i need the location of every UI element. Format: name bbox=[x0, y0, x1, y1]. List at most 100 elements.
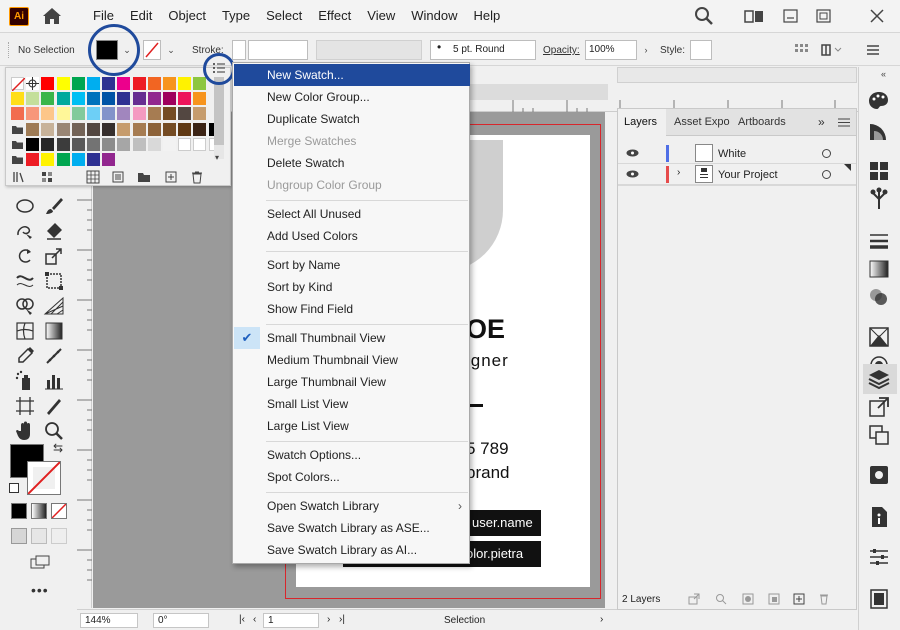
color-icon[interactable] bbox=[867, 89, 891, 113]
eye-icon[interactable] bbox=[626, 148, 639, 158]
color-swatch[interactable] bbox=[26, 92, 40, 106]
edit-toolbar-icon[interactable]: ••• bbox=[31, 582, 49, 598]
mesh-tool-icon[interactable] bbox=[14, 320, 36, 342]
gradient-mode-icon[interactable] bbox=[31, 503, 47, 519]
pages-icon[interactable] bbox=[867, 587, 891, 611]
color-swatch[interactable] bbox=[71, 137, 85, 151]
card-pill-username[interactable]: user.name bbox=[466, 510, 541, 536]
color-swatch[interactable] bbox=[178, 137, 192, 151]
swatch-scrollbar[interactable] bbox=[214, 77, 224, 159]
minimize-icon[interactable] bbox=[780, 6, 802, 26]
draw-behind-icon[interactable] bbox=[31, 528, 47, 544]
stroke-chevron-icon[interactable]: ⌄ bbox=[164, 40, 178, 60]
menu-medium-thumbnail-view[interactable]: Medium Thumbnail View bbox=[234, 349, 470, 371]
measure-tool-icon[interactable] bbox=[43, 345, 65, 367]
slice-tool-icon[interactable] bbox=[43, 395, 65, 417]
variable-width-field[interactable] bbox=[316, 40, 422, 60]
transform-icon[interactable] bbox=[820, 43, 842, 57]
menu-effect[interactable]: Effect bbox=[310, 0, 359, 33]
color-swatch[interactable] bbox=[102, 92, 116, 106]
delete-layer-icon[interactable] bbox=[818, 593, 830, 605]
menu-delete-swatch[interactable]: Delete Swatch bbox=[234, 152, 470, 174]
asset-export-icon[interactable] bbox=[867, 395, 891, 419]
scale-tool-icon[interactable] bbox=[43, 245, 65, 267]
swatch-registration[interactable] bbox=[26, 77, 40, 90]
color-swatch[interactable] bbox=[56, 77, 70, 90]
tab-layers[interactable]: Layers bbox=[618, 109, 666, 136]
color-swatch[interactable] bbox=[193, 77, 207, 90]
color-swatch[interactable] bbox=[71, 107, 85, 121]
status-mode[interactable]: Selection bbox=[444, 615, 485, 626]
layer-row-your-project[interactable]: › Your Project bbox=[618, 164, 856, 185]
color-swatch[interactable] bbox=[163, 122, 176, 136]
first-artboard-icon[interactable]: |‹ bbox=[239, 614, 245, 625]
layers-menu-icon[interactable] bbox=[838, 117, 850, 128]
color-swatch[interactable] bbox=[163, 137, 176, 151]
status-menu-arrow-icon[interactable]: › bbox=[600, 614, 603, 625]
arrange-documents-icon[interactable] bbox=[743, 6, 765, 26]
ellipse-tool-icon[interactable] bbox=[14, 195, 36, 217]
color-swatch[interactable] bbox=[132, 107, 146, 121]
color-swatch[interactable] bbox=[87, 77, 100, 90]
brush-field[interactable]: • 5 pt. Round bbox=[430, 40, 536, 60]
color-swatch[interactable] bbox=[132, 137, 146, 151]
color-swatch[interactable] bbox=[178, 92, 192, 106]
stroke-icon[interactable] bbox=[867, 229, 891, 253]
default-colors-icon[interactable] bbox=[9, 483, 19, 493]
menu-duplicate-swatch[interactable]: Duplicate Swatch bbox=[234, 108, 470, 130]
menu-spot-colors[interactable]: Spot Colors... bbox=[234, 466, 470, 488]
color-swatch[interactable] bbox=[56, 137, 70, 151]
color-swatch[interactable] bbox=[117, 137, 131, 151]
color-swatch[interactable] bbox=[178, 122, 192, 136]
zoom-tool-icon[interactable] bbox=[43, 420, 65, 442]
export-icon[interactable] bbox=[688, 593, 700, 605]
tab-artboards[interactable]: Artboards bbox=[732, 109, 802, 136]
delete-swatch-icon[interactable] bbox=[190, 170, 204, 184]
menu-view[interactable]: View bbox=[359, 0, 403, 33]
show-kind-icon[interactable] bbox=[40, 170, 54, 184]
swatch-library-icon[interactable] bbox=[12, 170, 26, 184]
color-swatch[interactable] bbox=[132, 92, 146, 106]
color-swatch[interactable] bbox=[178, 107, 192, 121]
rotation-field[interactable]: 0° bbox=[153, 613, 209, 628]
color-swatch[interactable] bbox=[87, 122, 100, 136]
color-swatch[interactable] bbox=[102, 122, 116, 136]
control-menu-icon[interactable] bbox=[866, 44, 880, 56]
menu-large-thumbnail-view[interactable]: Large Thumbnail View bbox=[234, 371, 470, 393]
menu-sort-by-name[interactable]: Sort by Name bbox=[234, 254, 470, 276]
color-swatch[interactable] bbox=[41, 137, 55, 151]
screen-mode-icon[interactable] bbox=[30, 555, 50, 569]
color-swatch[interactable] bbox=[163, 92, 176, 106]
shaper-tool-icon[interactable] bbox=[14, 220, 36, 242]
menu-sort-by-kind[interactable]: Sort by Kind bbox=[234, 276, 470, 298]
color-swatch[interactable] bbox=[26, 153, 40, 166]
color-swatch[interactable] bbox=[178, 77, 192, 90]
eyedropper-tool-icon[interactable] bbox=[14, 345, 36, 367]
swatch-folder-icon[interactable] bbox=[11, 123, 24, 136]
color-swatch[interactable] bbox=[132, 77, 146, 90]
menu-show-find-field[interactable]: Show Find Field bbox=[234, 298, 470, 320]
artboard-number-field[interactable]: 1 bbox=[263, 613, 319, 628]
color-swatch[interactable] bbox=[193, 107, 207, 121]
shape-builder-tool-icon[interactable] bbox=[14, 295, 36, 317]
swatch-none[interactable] bbox=[11, 77, 26, 92]
last-artboard-icon[interactable]: ›| bbox=[339, 614, 345, 625]
color-swatch[interactable] bbox=[71, 92, 85, 106]
menu-select[interactable]: Select bbox=[258, 0, 310, 33]
color-swatch[interactable] bbox=[102, 77, 116, 90]
swatches-icon[interactable] bbox=[867, 159, 891, 183]
color-swatch[interactable] bbox=[147, 137, 161, 151]
menu-object[interactable]: Object bbox=[160, 0, 214, 33]
color-swatch[interactable] bbox=[71, 122, 85, 136]
next-artboard-icon[interactable]: › bbox=[327, 614, 330, 625]
color-swatch[interactable] bbox=[26, 122, 40, 136]
zoom-field[interactable]: 144% bbox=[80, 613, 138, 628]
transparency-icon[interactable] bbox=[867, 285, 891, 309]
color-swatch[interactable] bbox=[41, 77, 55, 90]
panel-group-header[interactable] bbox=[617, 67, 857, 83]
new-sublayer-icon[interactable] bbox=[768, 593, 780, 605]
gradient-icon[interactable] bbox=[867, 257, 891, 281]
draw-inside-icon[interactable] bbox=[51, 528, 67, 544]
stroke-swatch[interactable] bbox=[143, 40, 161, 60]
search-icon[interactable] bbox=[693, 6, 715, 26]
